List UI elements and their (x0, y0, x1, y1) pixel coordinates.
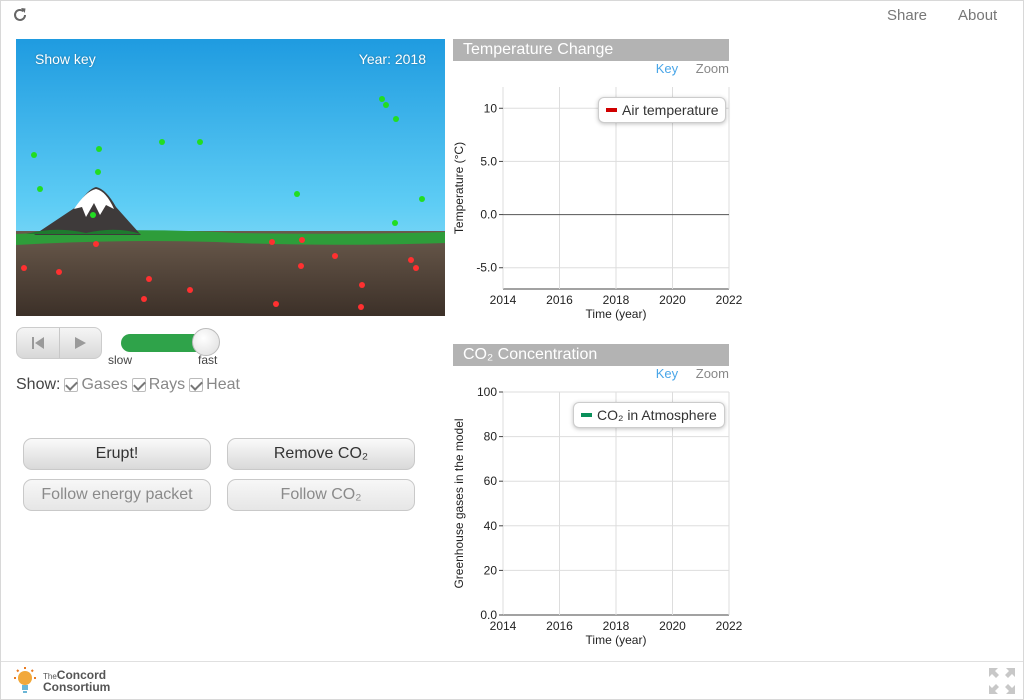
graph-toolbar: Key Zoom (642, 366, 729, 381)
legend-swatch (581, 413, 592, 417)
y-tick-label: 0.0 (480, 208, 497, 222)
legend-swatch (606, 108, 617, 112)
app-frame: Share About Show key Year: 2018 slow fas… (0, 0, 1024, 700)
erupt-button[interactable]: Erupt! (23, 438, 211, 470)
show-rays-checkbox[interactable]: Rays (131, 376, 186, 394)
gases-label: Gases (81, 376, 128, 393)
x-tick-label: 2016 (546, 619, 573, 633)
x-tick-label: 2018 (603, 293, 630, 307)
graph-toolbar: Key Zoom (642, 61, 729, 76)
zoom-button[interactable]: Zoom (696, 366, 729, 381)
y-axis-label: Temperature (°C) (453, 142, 466, 234)
x-tick-label: 2016 (546, 293, 573, 307)
reload-icon[interactable] (11, 6, 29, 24)
y-axis-label: Greenhouse gases in the model (453, 418, 466, 588)
logo-line-2: Consortium (43, 679, 111, 694)
co2-chart-svg: 2014 2016 2018 2020 2022100806040200.0Time (… (453, 385, 743, 647)
y-tick-label: 10 (484, 101, 498, 115)
logo-text: TheConcord Consortium (43, 669, 111, 694)
y-tick-label: 0.0 (480, 608, 497, 622)
key-button[interactable]: Key (656, 366, 678, 381)
about-link[interactable]: About (958, 7, 997, 24)
checkbox-icon[interactable] (189, 378, 204, 392)
co2-graph: 2014 2016 2018 2020 2022 100 80 60 40 20 0.0 Time (… (453, 344, 753, 649)
play-button[interactable] (58, 328, 101, 358)
y-tick-label: 100 (477, 385, 497, 399)
x-tick-label: 2018 (603, 619, 630, 633)
y-tick-label: 80 (484, 430, 498, 444)
y-tick-label: -5.0 (476, 261, 497, 275)
x-tick-label: 2020 (659, 293, 686, 307)
reset-button[interactable] (17, 328, 59, 358)
lightbulb-icon (14, 667, 36, 693)
x-tick-label: 2022 (716, 619, 743, 633)
follow-energy-packet-button[interactable]: Follow energy packet (23, 479, 211, 511)
x-axis-label: Time (year) (586, 307, 647, 321)
x-tick-label: 2020 (659, 619, 686, 633)
fullscreen-icon[interactable] (987, 666, 1017, 696)
show-key-link[interactable]: Show key (35, 51, 96, 67)
show-label: Show: (16, 376, 61, 393)
remove-co2-button[interactable]: Remove CO₂ (227, 438, 415, 470)
show-gases-checkbox[interactable]: Gases (64, 376, 128, 394)
footer: TheConcord Consortium (1, 661, 1023, 699)
top-bar: Share About (1, 1, 1023, 31)
rays-label: Rays (148, 376, 186, 393)
checkbox-icon[interactable] (131, 378, 146, 392)
checkbox-icon[interactable] (64, 378, 79, 392)
show-options: Show: Gases Rays Heat (16, 376, 240, 394)
key-button[interactable]: Key (656, 61, 678, 76)
heat-label: Heat (206, 376, 240, 393)
legend: Air temperature (598, 97, 727, 123)
slow-label: slow (108, 353, 133, 367)
legend: CO₂ in Atmosphere (573, 402, 725, 428)
follow-co2-button[interactable]: Follow CO₂ (227, 479, 415, 511)
y-tick-label: 20 (484, 563, 498, 577)
concord-consortium-logo[interactable]: TheConcord Consortium (11, 666, 110, 696)
x-tick-label: 2014 (490, 293, 517, 307)
y-tick-label: 5.0 (480, 154, 497, 168)
play-icon (75, 337, 87, 349)
year-display: Year: 2018 (358, 51, 426, 67)
fast-label: fast (198, 353, 218, 367)
speed-slider-handle[interactable] (192, 328, 220, 356)
playback-button-group (16, 327, 102, 359)
y-tick-label: 60 (484, 474, 498, 488)
temperature-graph: 2014 2016 2018 2020 2022 10 5.0 0.0 -5.0 Time (ye… (453, 39, 753, 329)
x-axis-label: Time (year) (586, 633, 647, 647)
y-tick-label: 40 (484, 519, 498, 533)
show-heat-checkbox[interactable]: Heat (189, 376, 240, 394)
share-link[interactable]: Share (887, 7, 927, 24)
greenhouse-simulation[interactable]: Show key Year: 2018 (16, 39, 445, 316)
temperature-chart-svg: 2014 2016 2018 2020 2022 10 5.0 0.0 -5.0 Time (ye… (453, 87, 743, 321)
zoom-button[interactable]: Zoom (696, 61, 729, 76)
legend-label: Air temperature (622, 102, 719, 118)
legend-label: CO₂ in Atmosphere (597, 407, 717, 423)
simulation-scene (16, 39, 445, 316)
skip-back-icon (31, 337, 44, 349)
x-tick-label: 2022 (716, 293, 743, 307)
